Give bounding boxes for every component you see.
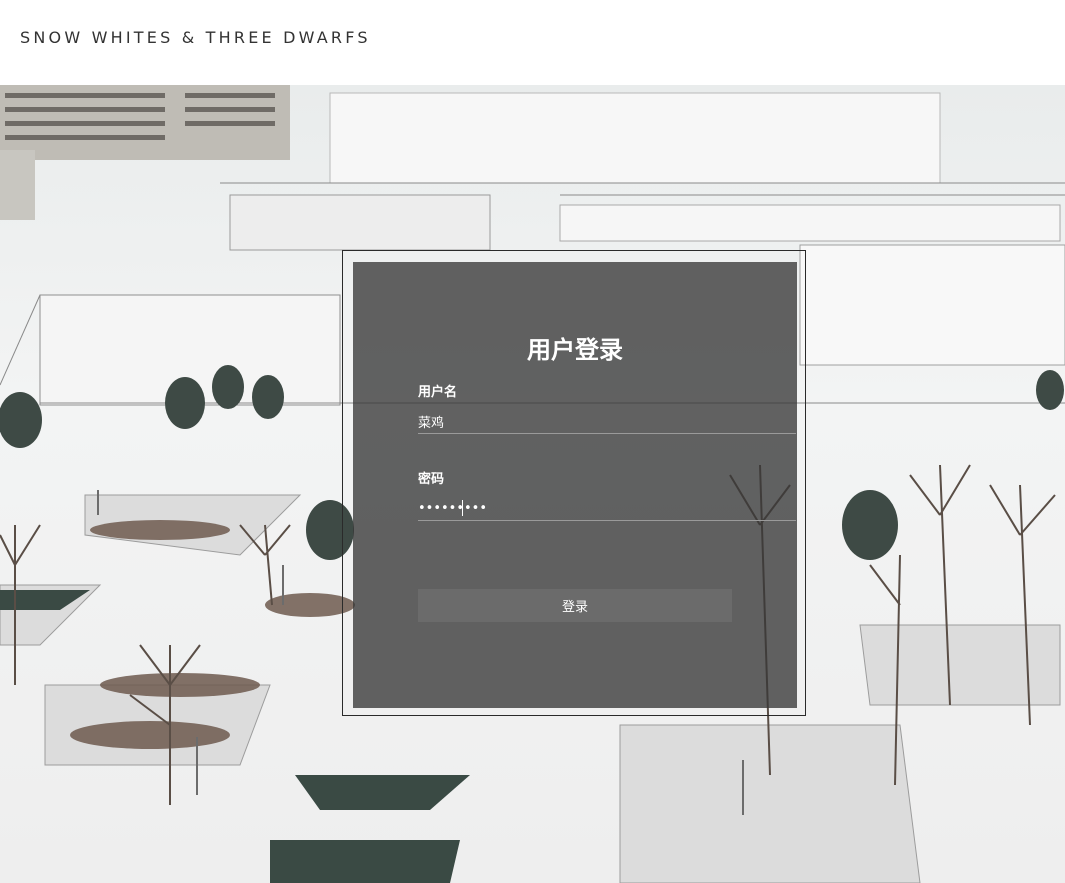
password-input[interactable] <box>418 496 796 521</box>
login-button[interactable]: 登录 <box>418 589 732 622</box>
site-brand[interactable]: SNOW WHITES & THREE DWARFS <box>20 28 371 47</box>
login-panel: 用户登录 用户名 密码 登录 <box>353 262 797 708</box>
password-label: 密码 <box>418 472 445 487</box>
site-header: SNOW WHITES & THREE DWARFS <box>0 0 1065 85</box>
login-title: 用户登录 <box>527 336 623 364</box>
username-label: 用户名 <box>418 385 458 400</box>
username-input[interactable] <box>418 409 796 434</box>
text-caret <box>462 500 463 516</box>
